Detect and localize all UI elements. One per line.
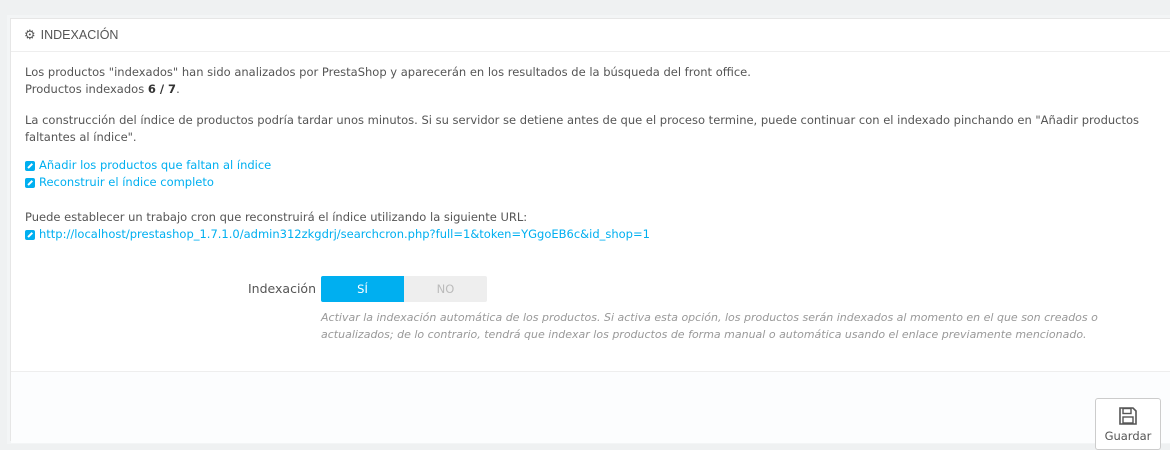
panel-footer: Guardar (11, 371, 1170, 450)
rebuild-index-link[interactable]: Reconstruir el índice completo (25, 174, 1156, 191)
intro-text: Los productos "indexados" han sido anali… (25, 65, 751, 79)
cron-url: http://localhost/prestashop_1.7.1.0/admi… (39, 227, 650, 241)
add-missing-link[interactable]: Añadir los productos que faltan al índic… (25, 157, 1156, 174)
cron-url-link[interactable]: http://localhost/prestashop_1.7.1.0/admi… (25, 226, 1156, 243)
external-link-icon (25, 177, 35, 188)
save-button[interactable]: Guardar (1095, 398, 1161, 450)
indexing-label: Indexación (248, 281, 316, 296)
external-link-icon (25, 160, 35, 171)
toggle-no[interactable]: NO (404, 276, 487, 302)
indexed-label: Productos indexados (25, 82, 145, 96)
indexing-panel: ⚙ INDEXACIÓN Los productos "indexados" h… (10, 18, 1170, 450)
floppy-disk-icon (1119, 406, 1137, 425)
index-links: Añadir los productos que faltan al índic… (25, 157, 1156, 191)
toggle-yes[interactable]: SÍ (321, 276, 404, 302)
build-notice: La construcción del índice de productos … (25, 113, 1140, 144)
indexing-help-text: Activar la indexación automática de los … (321, 311, 1098, 341)
indexed-count: 6 / 7 (147, 82, 177, 96)
add-missing-label: Añadir los productos que faltan al índic… (39, 158, 272, 172)
external-link-icon (25, 229, 35, 240)
rebuild-index-label: Reconstruir el índice completo (39, 175, 214, 189)
panel-title: INDEXACIÓN (40, 28, 119, 42)
cron-intro: Puede establecer un trabajo cron que rec… (25, 210, 528, 224)
indexing-toggle[interactable]: SÍ NO (321, 276, 487, 302)
panel-heading: ⚙ INDEXACIÓN (11, 19, 1170, 52)
indexed-suffix: . (176, 82, 180, 96)
panel-body: Los productos "indexados" han sido anali… (11, 52, 1170, 243)
indexed-count-line: Productos indexados 6 / 7. (25, 81, 1156, 98)
cogs-icon: ⚙ (24, 27, 36, 42)
save-label: Guardar (1104, 428, 1152, 443)
